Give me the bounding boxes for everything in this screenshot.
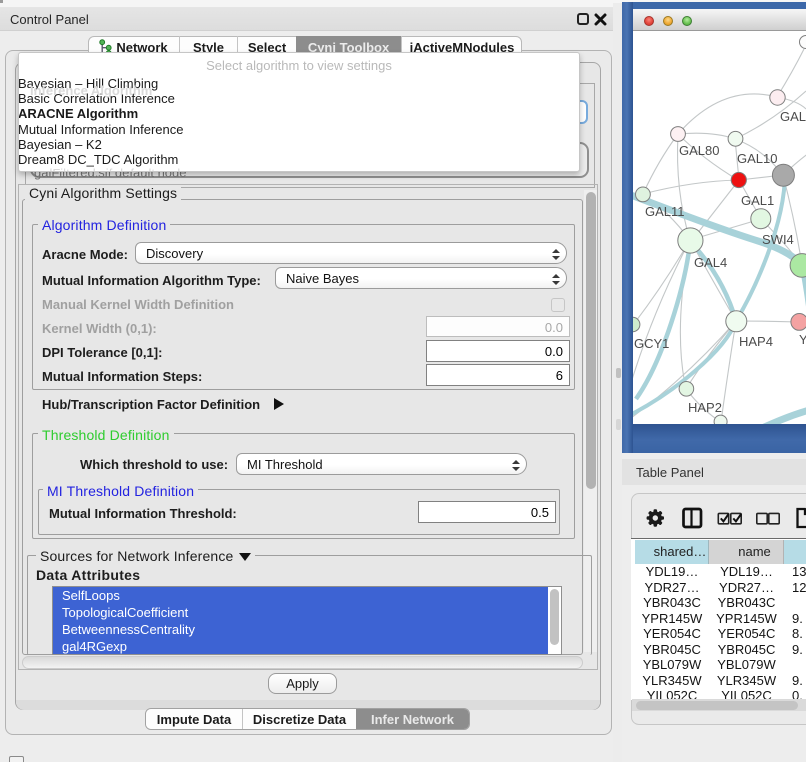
svg-text:GCY1: GCY1 [634, 336, 669, 351]
svg-text:GAL1: GAL1 [741, 193, 774, 208]
svg-text:HAP4: HAP4 [739, 334, 773, 349]
svg-text:GAL10: GAL10 [737, 151, 777, 166]
svg-text:GAL11: GAL11 [645, 204, 685, 219]
svg-text:GAL80: GAL80 [679, 143, 719, 158]
svg-text:GAL4: GAL4 [694, 255, 727, 270]
svg-text:Y: Y [799, 332, 806, 347]
svg-text:SWI4: SWI4 [762, 232, 794, 247]
svg-text:GAL2: GAL2 [780, 109, 806, 124]
svg-text:HAP2: HAP2 [688, 400, 722, 415]
